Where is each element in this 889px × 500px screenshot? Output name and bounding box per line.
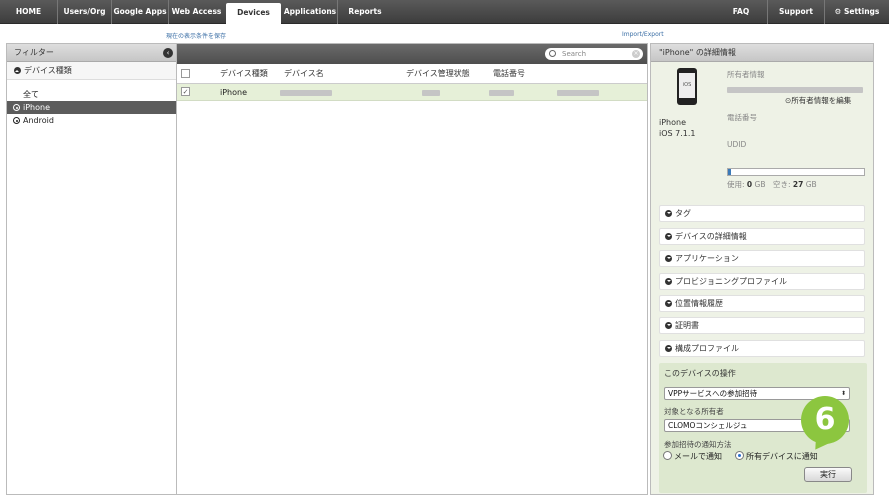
accordion-provisioning-profiles[interactable]: プロビジョニングプロファイル [659,273,865,290]
search-input[interactable]: Search × [545,48,643,60]
filter-title: フィルター [14,48,54,57]
collapse-left-icon[interactable]: ‹ [163,48,173,58]
nav-faq[interactable]: FAQ [715,0,768,24]
search-icon [549,50,556,57]
nav-applications[interactable]: Applications [283,0,338,24]
chevron-down-icon [665,255,672,262]
table-header: デバイス種類 デバイス名 デバイス管理状態 電話番号 [177,64,647,84]
nav-google-apps[interactable]: Google Apps [112,0,169,24]
accordion-applications[interactable]: アプリケーション [659,250,865,267]
target-owner-label: 対象となる所有者 [664,407,724,416]
notify-method-label: 参加招待の通知方法 [664,440,732,449]
iphone-icon: iOS [677,68,697,105]
nav-web-access[interactable]: Web Access [169,0,224,24]
col-management-state[interactable]: デバイス管理状態 [406,64,470,84]
col-phone-number[interactable]: 電話番号 [493,64,525,84]
radio-circle-icon [13,117,20,124]
step-marker: 6 [801,396,849,457]
row-checkbox[interactable]: ✓ [181,87,190,96]
storage-bar [727,168,865,176]
clear-icon[interactable]: × [632,50,640,58]
col-device-name[interactable]: デバイス名 [284,64,324,84]
nav-support[interactable]: Support [768,0,825,24]
filter-item-all[interactable]: 全て [7,88,176,101]
device-type-section[interactable]: デバイス種類 [7,62,176,80]
accordion-device-details[interactable]: デバイスの詳細情報 [659,228,865,245]
chevron-down-icon [665,300,672,307]
chevron-down-icon [665,345,672,352]
nav-devices[interactable]: Devices [226,3,281,24]
top-nav-bar: HOME Users/Org Google Apps Web Access De… [0,0,889,24]
radio-mail-notify[interactable]: メールで通知 [663,451,722,462]
chevron-down-icon [665,278,672,285]
phone-label: 電話番号 [727,113,757,122]
nav-settings[interactable]: ⚙ Settings [825,0,889,24]
nav-reports[interactable]: Reports [338,0,392,24]
chevron-up-icon [14,67,21,74]
edit-owner-link[interactable]: ⊙所有者情報を編集 [785,95,851,106]
accordion-location-history[interactable]: 位置情報履歴 [659,295,865,312]
row-state-redacted [422,84,440,101]
gear-icon: ⚙ [834,7,842,16]
accordion-tag[interactable]: タグ [659,205,865,222]
nav-home[interactable]: HOME [0,0,58,24]
accordion-config-profiles[interactable]: 構成プロファイル [659,340,865,357]
filter-pane: フィルター ‹ デバイス種類 全て iPhone Android [6,43,177,495]
col-device-type[interactable]: デバイス種類 [220,64,268,84]
device-os: iOS 7.1.1 [659,129,696,138]
row-device-name-redacted [280,84,332,101]
import-export-link[interactable]: Import/Export [622,31,664,38]
device-list-pane: Search × デバイス種類 デバイス名 デバイス管理状態 電話番号 ✓ iP… [177,43,648,495]
save-view-link[interactable]: 現在の表示条件を保存 [166,31,226,40]
radio-selected-icon [735,451,744,460]
accordion-certificates[interactable]: 証明書 [659,317,865,334]
chevron-down-icon [665,210,672,217]
operations-title: このデバイスの操作 [664,369,736,378]
row-extra-redacted [557,84,599,101]
row-phone-redacted [489,84,514,101]
row-device-type: iPhone [220,88,248,97]
radio-device-notify[interactable]: 所有デバイスに通知 [735,451,818,462]
storage-readout: 使用: 0 GB 空き: 27 GB [727,180,817,189]
udid-label: UDID [727,140,747,149]
chevron-down-icon [665,322,672,329]
chevron-down-icon [665,233,672,240]
device-model: iPhone [659,118,687,127]
nav-users-org[interactable]: Users/Org [58,0,112,24]
radio-circle-icon [13,104,20,111]
select-all-checkbox[interactable] [181,69,190,78]
list-toolbar: Search × [177,44,647,64]
filter-item-iphone[interactable]: iPhone [7,101,176,114]
radio-button-icon [663,451,672,460]
detail-title: "iPhone" の詳細情報 [651,44,873,62]
filter-header: フィルター ‹ [7,44,176,62]
step-number: 6 [814,402,836,437]
execute-button[interactable]: 実行 [804,467,852,482]
filter-item-android[interactable]: Android [7,114,176,127]
table-row[interactable]: ✓ iPhone [177,84,647,101]
